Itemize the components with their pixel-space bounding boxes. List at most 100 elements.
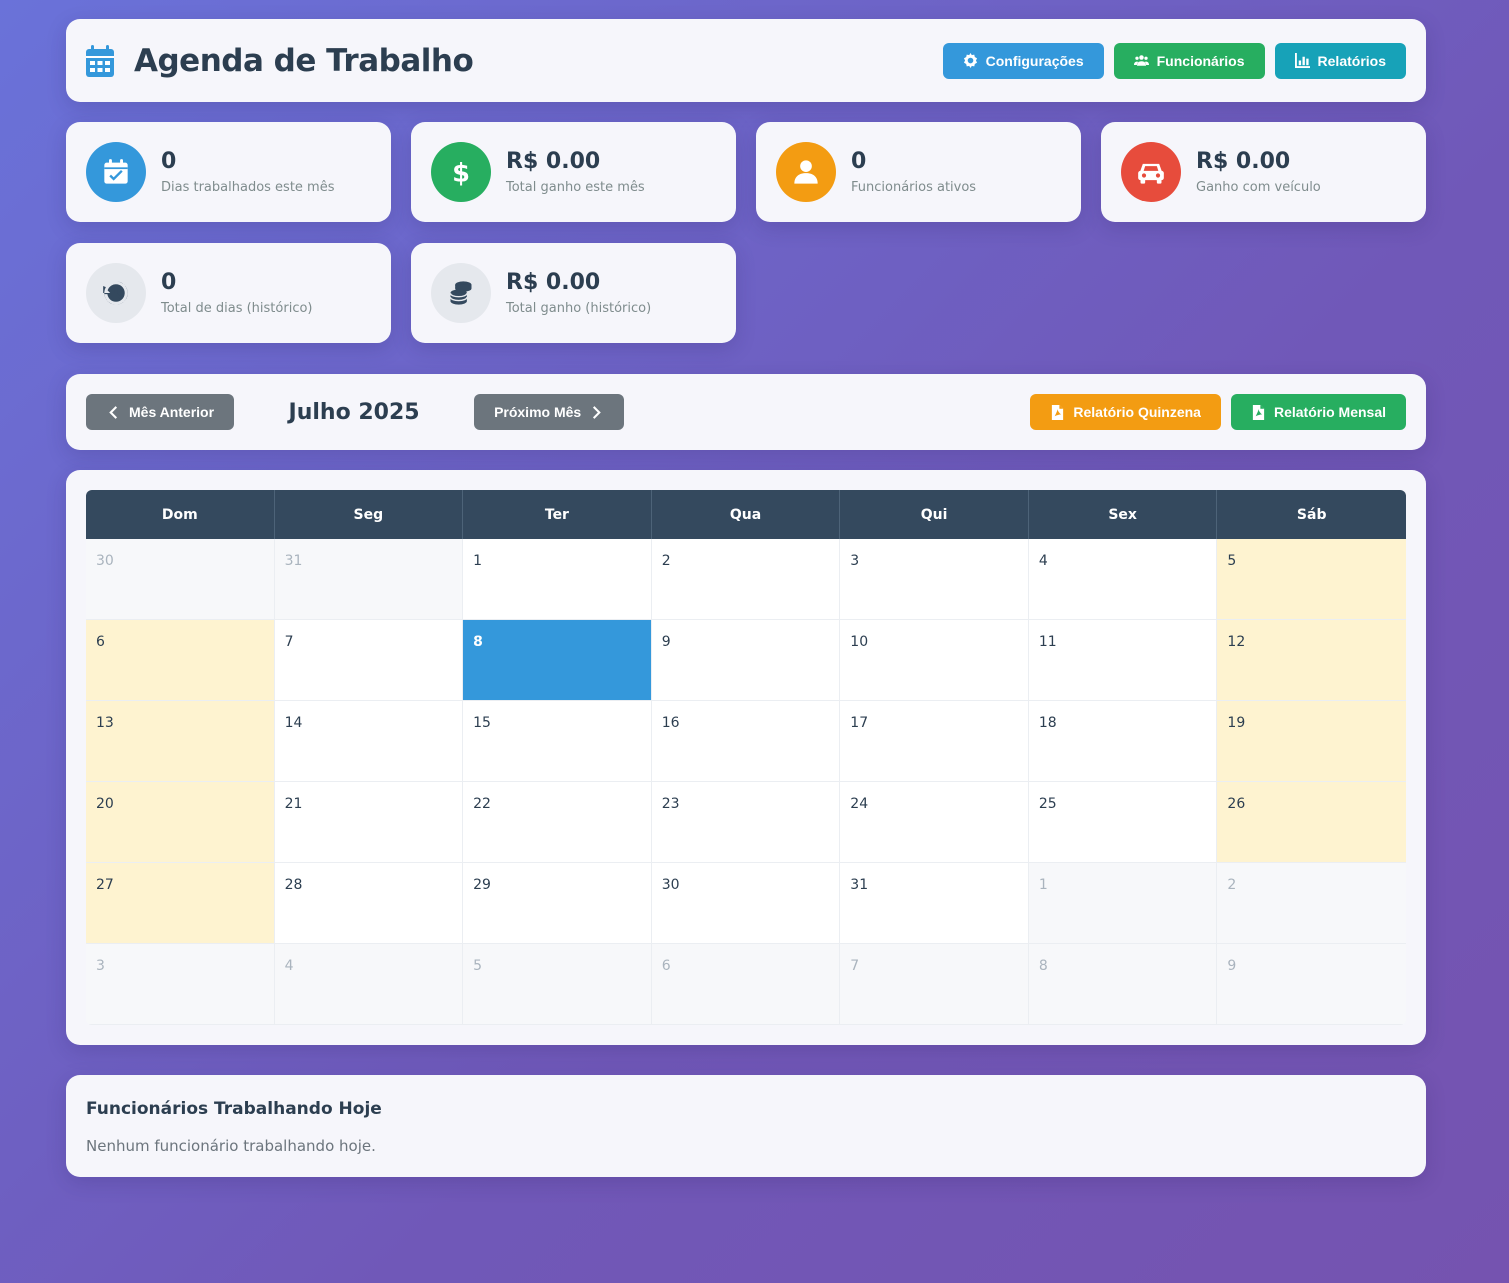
weekday-label: Sáb <box>1296 506 1327 523</box>
page-title: Agenda de Trabalho <box>134 42 474 79</box>
calendar-day-today[interactable]: 8 <box>463 620 652 701</box>
chart-icon <box>1294 53 1310 68</box>
calendar-day[interactable]: 2 <box>1217 863 1406 944</box>
calendar-day[interactable]: 31 <box>840 863 1029 944</box>
stat-label: Dias trabalhados este mês <box>161 180 335 196</box>
calendar-day[interactable]: 6 <box>86 620 275 701</box>
weekday-header: Dom Seg Ter Qua Qui Sex Sáb <box>86 490 1406 539</box>
calendar-day[interactable]: 20 <box>86 782 275 863</box>
report-fortnight-label: Relatório Quinzena <box>1073 404 1201 420</box>
stat-card-total-month: $ R$ 0.00 Total ganho este mês <box>411 122 736 222</box>
calendar-day[interactable]: 26 <box>1217 782 1406 863</box>
reports-button[interactable]: Relatórios <box>1274 42 1406 79</box>
stat-card-days-history: 0 Total de dias (histórico) <box>66 243 391 343</box>
report-monthly-button[interactable]: Relatório Mensal <box>1230 394 1406 430</box>
calendar-day[interactable]: 27 <box>86 863 275 944</box>
calendar-day[interactable]: 28 <box>274 863 464 944</box>
calendar-day[interactable]: 8 <box>1028 944 1218 1025</box>
stat-value: 0 <box>161 269 177 295</box>
calendar-day[interactable]: 22 <box>463 782 652 863</box>
calendar-day[interactable]: 29 <box>463 863 652 944</box>
calendar-day[interactable]: 12 <box>1217 620 1406 701</box>
pdf-icon <box>1252 404 1265 420</box>
calendar-day[interactable]: 7 <box>274 620 464 701</box>
stat-label: Total ganho (histórico) <box>506 301 652 317</box>
calendar-day[interactable]: 19 <box>1217 701 1406 782</box>
stat-value: 0 <box>161 148 177 174</box>
stat-value: R$ 0.00 <box>506 148 601 174</box>
calendar-day[interactable]: 9 <box>651 620 841 701</box>
stat-value: R$ 0.00 <box>506 269 601 295</box>
calendar-day[interactable]: 21 <box>274 782 464 863</box>
report-fortnight-button[interactable]: Relatório Quinzena <box>1030 394 1221 430</box>
prev-month-label: Mês Anterior <box>129 404 215 420</box>
settings-button-label: Configurações <box>985 52 1084 69</box>
calendar-day[interactable]: 31 <box>274 539 464 620</box>
car-icon <box>1121 142 1181 202</box>
calendar: Dom Seg Ter Qua Qui Sex Sáb 30 31 1 2 3 4 5 6 7 8… <box>66 470 1426 1045</box>
weekday-label: Dom <box>86 490 275 539</box>
dollar-icon: $ <box>431 142 491 202</box>
calendar-day[interactable]: 9 <box>1217 944 1406 1025</box>
coins-icon <box>431 263 491 323</box>
calendar-day[interactable]: 10 <box>840 620 1029 701</box>
current-month: Julho 2025 <box>288 399 420 425</box>
users-icon <box>1133 55 1149 66</box>
stat-label: Total de dias (histórico) <box>161 301 313 317</box>
stat-card-active-employees: 0 Funcionários ativos <box>756 122 1081 222</box>
weekday-label: Seg <box>275 490 464 539</box>
stat-value: 0 <box>851 148 867 174</box>
calendar-day[interactable]: 23 <box>651 782 841 863</box>
pdf-icon <box>1052 404 1064 420</box>
weekday-label: Sex <box>1029 490 1218 539</box>
calendar-day[interactable]: 15 <box>463 701 652 782</box>
employees-today-title: Funcionários Trabalhando Hoje <box>86 1099 382 1119</box>
calendar-day[interactable]: 11 <box>1028 620 1218 701</box>
calendar-day[interactable]: 25 <box>1028 782 1218 863</box>
weekday-label: Qui <box>840 490 1029 539</box>
calendar-day[interactable]: 30 <box>651 863 841 944</box>
employees-button[interactable]: Funcionários <box>1113 42 1265 79</box>
stat-label: Funcionários ativos <box>851 180 977 196</box>
stat-label: Ganho com veículo <box>1196 180 1321 196</box>
chevron-left-icon <box>109 405 118 419</box>
calendar-day[interactable]: 1 <box>463 539 652 620</box>
calendar-day[interactable]: 4 <box>274 944 464 1025</box>
next-month-label: Próximo Mês <box>494 404 582 420</box>
calendar-day[interactable]: 7 <box>840 944 1029 1025</box>
calendar-day[interactable]: 30 <box>86 539 275 620</box>
svg-text:$: $ <box>452 158 470 186</box>
calendar-day[interactable]: 3 <box>86 944 275 1025</box>
header-bar: Agenda de Trabalho Configurações Funcion… <box>66 19 1426 102</box>
calendar-day[interactable]: 18 <box>1028 701 1218 782</box>
calendar-day[interactable]: 5 <box>1217 539 1406 620</box>
calendar-day[interactable]: 14 <box>274 701 464 782</box>
next-month-button[interactable]: Próximo Mês <box>474 394 625 430</box>
calendar-day[interactable]: 17 <box>840 701 1029 782</box>
calendar-day[interactable]: 24 <box>840 782 1029 863</box>
employees-button-label: Funcionários <box>1156 52 1245 69</box>
calendar-day[interactable]: 5 <box>463 944 652 1025</box>
gear-icon <box>963 53 977 68</box>
calendar-check-icon <box>86 142 146 202</box>
weekday-label: Qua <box>652 490 841 539</box>
calendar-day[interactable]: 13 <box>86 701 275 782</box>
employees-today-panel: Funcionários Trabalhando Hoje Nenhum fun… <box>66 1075 1426 1177</box>
calendar-day[interactable]: 4 <box>1028 539 1218 620</box>
prev-month-button[interactable]: Mês Anterior <box>86 394 235 430</box>
calendar-day[interactable]: 1 <box>1028 863 1218 944</box>
stat-card-vehicle: R$ 0.00 Ganho com veículo <box>1101 122 1426 222</box>
calendar-icon <box>86 44 114 77</box>
calendar-day[interactable]: 2 <box>651 539 841 620</box>
month-navigation: Mês Anterior Julho 2025 Próximo Mês Rela… <box>66 374 1426 450</box>
stat-value: R$ 0.00 <box>1196 148 1291 174</box>
calendar-day[interactable]: 16 <box>651 701 841 782</box>
stat-card-total-history: R$ 0.00 Total ganho (histórico) <box>411 243 736 343</box>
settings-button[interactable]: Configurações <box>942 42 1104 79</box>
stat-card-days-month: 0 Dias trabalhados este mês <box>66 122 391 222</box>
calendar-day[interactable]: 3 <box>840 539 1029 620</box>
chevron-right-icon <box>593 405 601 419</box>
calendar-days: 30 31 1 2 3 4 5 6 7 8 9 10 11 12 13 14 15 16 17 18 19 20 21 22 2… <box>86 539 1406 1025</box>
calendar-day[interactable]: 6 <box>651 944 841 1025</box>
reports-button-label: Relatórios <box>1317 52 1386 69</box>
